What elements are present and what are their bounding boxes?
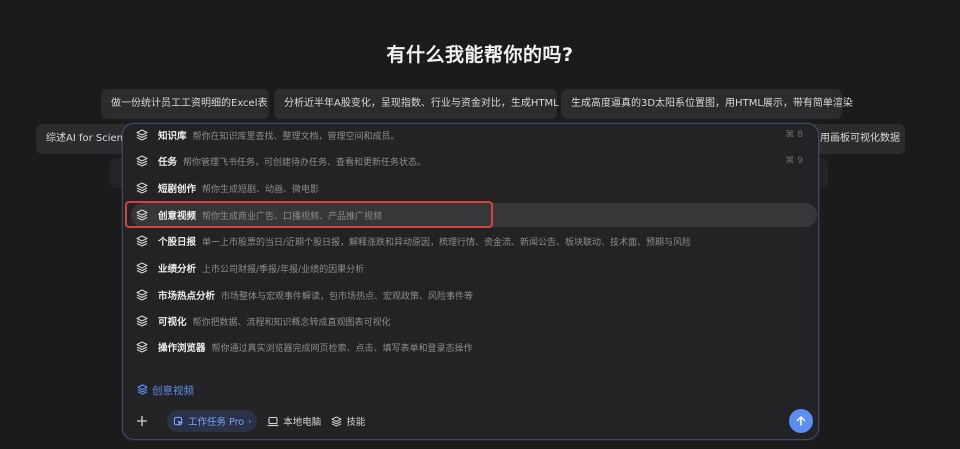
skill-icon xyxy=(136,155,148,167)
menu-item-name: 知识库 xyxy=(158,131,187,142)
menu-item-desc: 帮你生成短剧、动画、微电影 xyxy=(202,184,320,195)
shortcut-hint: ⌘ 8 xyxy=(785,130,803,140)
send-button[interactable] xyxy=(789,409,813,433)
menu-item-browser-operation[interactable]: 操作浏览器 帮你通过真实浏览器完成网页检索、点击、填写表单和登录态操作 xyxy=(131,335,817,359)
selected-skill-label: 创意视频 xyxy=(152,385,194,397)
menu-item-desc: 上市公司财报/季报/年报/业绩的因果分析 xyxy=(202,264,365,275)
menu-item-desc: 帮你把数据、流程和知识概念转成直观图表可视化 xyxy=(192,317,391,328)
input-toolbar: 工作任务 Pro › 本地电脑 技能 xyxy=(133,409,365,433)
menu-item-name: 个股日报 xyxy=(158,237,197,248)
skill-icon xyxy=(136,289,148,301)
mode-label: 工作任务 Pro xyxy=(188,417,245,428)
menu-item-desc: 帮你管理飞书任务，可创建待办任务、查看和更新任务状态。 xyxy=(183,157,427,168)
suggestion-chip[interactable]: 做一份统计员工工资明细的Excel表 xyxy=(101,89,269,119)
page-title: 有什么我能帮你的吗? xyxy=(386,44,574,66)
skill-icon xyxy=(331,415,342,427)
skill-icon xyxy=(136,341,148,353)
skill-icon xyxy=(136,129,148,141)
menu-item-name: 任务 xyxy=(158,157,178,168)
skill-icon xyxy=(136,315,148,327)
menu-item-desc: 帮你通过真实浏览器完成网页检索、点击、填写表单和登录态操作 xyxy=(211,343,473,354)
menu-item-market-hotspots[interactable]: 市场热点分析 市场整体与宏观事件解读，包市场热点、宏观政策、风险事件等 xyxy=(131,283,817,307)
skill-icon xyxy=(137,383,148,398)
input-panel: 知识库 帮你在知识库里查找、整理文档，管理空间和成员。 ⌘ 8 任务 帮你管理飞… xyxy=(122,123,819,440)
local-computer-label: 本地电脑 xyxy=(283,417,322,428)
menu-item-visualization[interactable]: 可视化 帮你把数据、流程和知识概念转成直观图表可视化 xyxy=(131,309,817,333)
add-attachment-button[interactable] xyxy=(133,412,151,430)
menu-item-name: 可视化 xyxy=(158,317,187,328)
menu-item-earnings-analysis[interactable]: 业绩分析 上市公司财报/季报/年报/业绩的因果分析 xyxy=(131,256,817,280)
suggestion-chip[interactable]: 用画板可视化数据 xyxy=(810,124,905,154)
menu-item-desc: 帮你在知识库里查找、整理文档，管理空间和成员。 xyxy=(192,131,400,142)
local-computer-button[interactable]: 本地电脑 xyxy=(267,410,321,432)
plus-icon xyxy=(137,416,147,426)
skill-icon xyxy=(136,235,148,247)
suggestion-chip[interactable]: 生成高度逼真的3D太阳系位置图，用HTML展示，带有简单渲染 xyxy=(561,89,853,119)
menu-item-name: 操作浏览器 xyxy=(158,343,206,354)
shortcut-hint: ⌘ 9 xyxy=(785,156,803,166)
chevron-right-icon: › xyxy=(248,416,252,426)
arrow-up-icon xyxy=(796,416,806,426)
menu-item-knowledge-base[interactable]: 知识库 帮你在知识库里查找、整理文档，管理空间和成员。 ⌘ 8 xyxy=(131,123,817,147)
menu-item-name: 业绩分析 xyxy=(158,264,197,275)
menu-item-desc: 市场整体与宏观事件解读，包市场热点、宏观政策、风险事件等 xyxy=(221,291,474,302)
menu-item-name: 短剧创作 xyxy=(158,184,197,195)
selected-skill-tag[interactable]: 创意视频 xyxy=(137,383,194,398)
menu-item-desc: 单一上市股票的当日/近期个股日报，解释涨跌和异动原因，梳理行情、资金流、新闻公告… xyxy=(202,237,692,248)
menu-item-tasks[interactable]: 任务 帮你管理飞书任务，可创建待办任务、查看和更新任务状态。 ⌘ 9 xyxy=(131,149,817,173)
suggestion-chip[interactable]: 分析近半年A股变化，呈现指数、行业与资金对比，生成HTML xyxy=(274,89,559,119)
suggestion-chip[interactable]: 综述AI for Scienc xyxy=(36,124,136,154)
skills-button[interactable]: 技能 xyxy=(331,410,365,432)
task-mode-icon xyxy=(173,416,183,426)
skill-icon xyxy=(136,262,148,274)
skills-label: 技能 xyxy=(346,417,366,428)
laptop-icon xyxy=(267,416,279,426)
highlight-annotation-box xyxy=(125,201,493,228)
menu-item-stock-daily[interactable]: 个股日报 单一上市股票的当日/近期个股日报，解释涨跌和异动原因，梳理行情、资金流… xyxy=(131,229,817,253)
menu-item-name: 市场热点分析 xyxy=(158,291,216,302)
mode-selector-button[interactable]: 工作任务 Pro › xyxy=(167,410,258,432)
skill-icon xyxy=(136,182,148,194)
menu-item-short-drama[interactable]: 短剧创作 帮你生成短剧、动画、微电影 xyxy=(131,176,817,200)
